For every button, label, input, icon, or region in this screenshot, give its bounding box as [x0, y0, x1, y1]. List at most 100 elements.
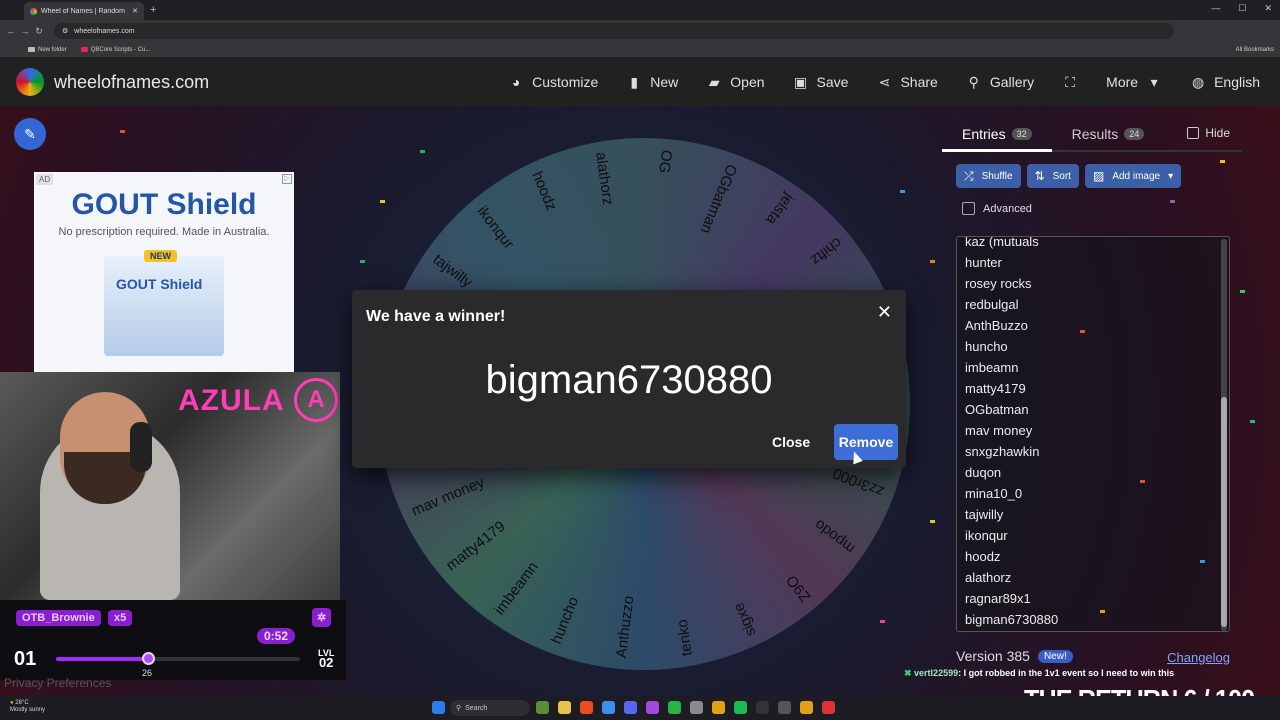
- menu-label: Save: [816, 74, 849, 90]
- bookmark-link[interactable]: QBCore Scripts - Cu...: [80, 46, 151, 53]
- save-button[interactable]: ▣ Save: [793, 74, 849, 91]
- open-button[interactable]: ▰ Open: [706, 74, 765, 91]
- site-info-icon[interactable]: ⚙: [62, 27, 68, 35]
- new-tab-icon[interactable]: +: [150, 4, 156, 16]
- button-label: Shuffle: [981, 170, 1013, 182]
- save-icon: ▣: [793, 73, 808, 90]
- file-explorer-icon[interactable]: [558, 701, 571, 714]
- entries-textarea[interactable]: kaz (mutuals hunter rosey rocks redbulgal An…: [956, 236, 1230, 632]
- share-button[interactable]: ⋖ Share: [876, 74, 938, 91]
- confetti-piece: [900, 190, 905, 193]
- sort-button[interactable]: ⇅ Sort: [1026, 164, 1079, 188]
- all-bookmarks[interactable]: All Bookmarks: [1236, 47, 1274, 53]
- wheel-logo-icon[interactable]: [16, 68, 44, 96]
- app-icon[interactable]: [668, 701, 681, 714]
- new-button[interactable]: ▮ New: [626, 74, 678, 91]
- window-controls: — ☐ ✕: [1211, 3, 1272, 14]
- close-icon[interactable]: ✕: [877, 302, 892, 323]
- add-image-button[interactable]: ▨ Add image ▾: [1084, 164, 1182, 188]
- app-icon[interactable]: [690, 701, 703, 714]
- address-bar[interactable]: ⚙ wheelofnames.com: [54, 23, 1174, 39]
- address-row: ← → ↻ ⚙ wheelofnames.com: [0, 20, 1280, 42]
- tab-label: Entries: [962, 125, 1006, 142]
- discord-icon[interactable]: [624, 701, 637, 714]
- windows-start-icon[interactable]: [432, 701, 445, 714]
- tab-results[interactable]: Results 24: [1052, 117, 1165, 151]
- entries-panel: Entries 32 Results 24 Hide ⤮ Shuffle ⇅ Sort …: [942, 118, 1242, 676]
- tab-entries[interactable]: Entries 32: [942, 118, 1052, 152]
- chrome-icon[interactable]: [712, 701, 725, 714]
- app-icon[interactable]: [822, 701, 835, 714]
- confetti-piece: [1170, 200, 1175, 203]
- results-count-badge: 24: [1124, 128, 1145, 140]
- maximize-icon[interactable]: ☐: [1238, 3, 1246, 14]
- close-button[interactable]: Close: [772, 434, 810, 450]
- more-button[interactable]: More ▾: [1106, 74, 1162, 91]
- menu-label: Open: [730, 74, 765, 90]
- taskbar-apps: [536, 701, 835, 714]
- privacy-preferences-link[interactable]: Privacy Preferences: [4, 676, 111, 690]
- app-icon[interactable]: [580, 701, 593, 714]
- chrome-icon[interactable]: [800, 701, 813, 714]
- app-icon[interactable]: [756, 701, 769, 714]
- search-icon: ⚲: [456, 705, 462, 712]
- entry-line: kaz (mutuals: [965, 236, 1039, 249]
- minimize-icon[interactable]: —: [1211, 3, 1220, 14]
- taskbar-search[interactable]: ⚲ Search: [450, 700, 530, 716]
- wheel-segment-label: OG: [655, 148, 676, 175]
- spotify-icon[interactable]: [734, 701, 747, 714]
- advanced-checkbox[interactable]: [962, 202, 975, 215]
- remove-button[interactable]: Remove: [834, 424, 898, 460]
- palette-icon: ◕: [511, 74, 521, 90]
- entry-line: mina10_0: [965, 486, 1023, 501]
- chat-username: vertl22599: [914, 668, 959, 678]
- stream-username: OTB_Brownie: [16, 610, 101, 626]
- app-icon[interactable]: [602, 701, 615, 714]
- confetti-piece: [1250, 420, 1255, 423]
- fullscreen-button[interactable]: ⛶: [1062, 74, 1078, 91]
- fullscreen-icon: ⛶: [1065, 73, 1076, 90]
- ad-label: AD: [36, 174, 54, 185]
- advanced-label: Advanced: [983, 202, 1032, 215]
- back-icon[interactable]: ←: [4, 26, 18, 36]
- customize-button[interactable]: ◕ Customize: [508, 74, 598, 90]
- reload-icon[interactable]: ↻: [32, 26, 46, 37]
- menu-label: Gallery: [989, 74, 1035, 90]
- app-icon[interactable]: [778, 701, 791, 714]
- shuffle-button[interactable]: ⤮ Shuffle: [956, 164, 1021, 188]
- level-progress-fill: [56, 657, 147, 661]
- entry-line: OGbatman: [965, 402, 1029, 417]
- weather-widget[interactable]: ● 28°C Mostly sunny: [10, 700, 45, 714]
- chat-text: : I got robbed in the 1v1 event so I nee…: [958, 668, 1175, 678]
- app-icon[interactable]: [646, 701, 659, 714]
- confetti-piece: [1220, 160, 1225, 163]
- edit-pencil-button[interactable]: ✎: [14, 118, 46, 150]
- close-window-icon[interactable]: ✕: [1264, 3, 1272, 14]
- entries-scroll-thumb[interactable]: [1221, 397, 1227, 627]
- entry-line: rosey rocks: [965, 276, 1032, 291]
- entry-actions: ⤮ Shuffle ⇅ Sort ▨ Add image ▾: [956, 164, 1182, 188]
- sort-icon: ⇅: [1034, 169, 1045, 183]
- menu-label: Share: [900, 74, 938, 90]
- menu-label: English: [1214, 74, 1260, 90]
- confetti-piece: [1100, 610, 1105, 613]
- gallery-button[interactable]: ⚲ Gallery: [966, 74, 1035, 91]
- bookmarks-bar: New folder QBCore Scripts - Cu... All Bo…: [0, 42, 1280, 58]
- tab-title: Wheel of Names | Random: [41, 7, 125, 15]
- changelog-link[interactable]: Changelog: [1167, 650, 1230, 665]
- forward-icon[interactable]: →: [18, 26, 32, 36]
- bookmark-label: QBCore Scripts - Cu...: [90, 46, 151, 53]
- brand-name[interactable]: wheelofnames.com: [54, 72, 209, 93]
- browser-tab[interactable]: Wheel of Names | Random ✕: [24, 2, 144, 20]
- bookmark-folder[interactable]: New folder: [28, 47, 67, 53]
- ad-close-icon[interactable]: ▷: [282, 174, 292, 184]
- advanced-toggle[interactable]: Advanced: [962, 202, 1032, 215]
- hide-label: Hide: [1205, 126, 1230, 140]
- close-tab-icon[interactable]: ✕: [132, 7, 138, 15]
- language-button[interactable]: ◍ English: [1190, 74, 1260, 91]
- menu-label: More: [1106, 74, 1139, 90]
- entry-line: huncho: [965, 339, 1008, 354]
- advertisement[interactable]: AD ▷ GOUT Shield No prescription require…: [34, 172, 294, 372]
- app-icon[interactable]: [536, 701, 549, 714]
- hide-button[interactable]: Hide: [1187, 126, 1230, 140]
